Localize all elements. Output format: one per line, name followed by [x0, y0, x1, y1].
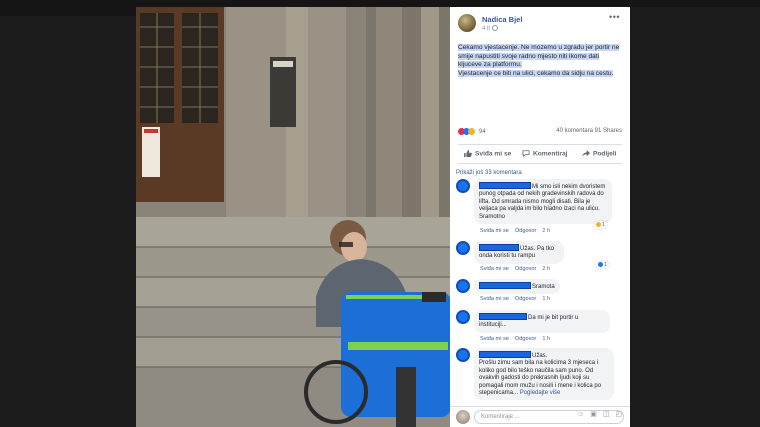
photo-illustration [136, 7, 450, 427]
post-photo[interactable] [136, 7, 450, 427]
comment-reaction-count: 1 [602, 222, 606, 228]
comment-time[interactable]: 2 h [542, 266, 550, 272]
post-stats: 94 40 komentara 91 Shares [458, 128, 622, 138]
comment-reply-link[interactable]: Odgovor [515, 228, 536, 234]
share-label: Podijeli [593, 150, 617, 158]
comment-text: Sramota [532, 284, 555, 290]
comment-like-link[interactable]: Sviđa mi se [480, 336, 509, 342]
reactions-count: 94 [479, 128, 486, 135]
post-time[interactable]: 4 h [482, 26, 490, 32]
comment-text-head: Užas. [532, 353, 548, 359]
like-button[interactable]: Sviđa mi se [464, 150, 511, 157]
wow-reaction-icon [468, 128, 475, 135]
comment-text: Mi smo isli nekim dvoristem punog otpada… [479, 184, 606, 220]
comment-like-link[interactable]: Sviđa mi se [480, 266, 509, 272]
comment-item: Sramota Sviđa mi se Odgovor 1 h [456, 279, 622, 305]
share-icon [582, 150, 590, 157]
post-actions: Sviđa mi se Komentiraj Podijeli [458, 144, 622, 164]
comment-item: Užas. Prošlu zimu sam bila na kolicima 3… [456, 348, 622, 404]
comment-time[interactable]: 2 h [542, 228, 550, 234]
share-button[interactable]: Podijeli [582, 150, 616, 157]
more-options-icon[interactable]: ••• [609, 12, 620, 22]
commenter-avatar[interactable] [456, 241, 470, 255]
wow-reaction-icon [596, 222, 601, 228]
comment-bubble: Mi smo isli nekim dvoristem punog otpada… [474, 179, 612, 225]
commenter-avatar[interactable] [456, 179, 470, 193]
comment-icon [522, 150, 530, 157]
comment-bubble: Užas. Pa tko onda koristi tu rampu [474, 241, 564, 264]
comment-reply-link[interactable]: Odgovor [515, 296, 536, 302]
comment-button[interactable]: Komentiraj [522, 150, 567, 157]
post-panel: Nadica Bjel 4 h ••• Cekamo vjestacenje. … [450, 7, 630, 427]
comment-reaction-count: 1 [604, 262, 608, 268]
like-reaction-icon [598, 262, 603, 268]
author-avatar[interactable] [458, 14, 476, 32]
comment-reaction-badge[interactable]: 1 [596, 261, 610, 269]
redacted-name [479, 182, 531, 189]
comment-bubble: Užas. Prošlu zimu sam bila na kolicima 3… [474, 348, 614, 401]
current-user-avatar [456, 410, 470, 424]
comment-label: Komentiraj [533, 150, 568, 158]
comment-reaction-badge[interactable]: 1 [594, 221, 608, 229]
thumbs-up-icon [464, 150, 472, 157]
comment-bubble: Sramota [474, 279, 560, 295]
post-text-paragraph: Vjestacenje ce biti na ulici, cekamo da … [458, 69, 614, 77]
redacted-name [479, 244, 519, 251]
comment-meta: Sviđa mi se Odgovor 1 h [480, 296, 556, 302]
comments-shares-count[interactable]: 40 komentara 91 Shares [556, 128, 622, 134]
commenter-avatar[interactable] [456, 279, 470, 293]
comment-meta: Sviđa mi se Odgovor 2 h [480, 266, 556, 272]
composer-attachment-icons[interactable]: ☺ ▣ ◫ ◰ [577, 410, 624, 418]
post-text-paragraph: Cekamo vjestacenje. Ne mozemo u zgradu j… [458, 44, 620, 69]
comment-bubble: Da mi je bit portir u instituciji... [474, 310, 610, 333]
like-label: Sviđa mi se [475, 150, 512, 158]
comment-time[interactable]: 1 h [542, 336, 550, 342]
comment-item: Užas. Pa tko onda koristi tu rampu 1 Svi… [456, 241, 622, 273]
comment-item: Mi smo isli nekim dvoristem punog otpada… [456, 179, 622, 237]
comment-reply-link[interactable]: Odgovor [515, 266, 536, 272]
redacted-name [479, 282, 531, 289]
commenter-avatar[interactable] [456, 348, 470, 362]
comment-like-link[interactable]: Sviđa mi se [480, 296, 509, 302]
comment-item: Da mi je bit portir u instituciji... Svi… [456, 310, 622, 346]
see-more-link[interactable]: Pogledajte više [520, 390, 561, 396]
comment-time[interactable]: 1 h [542, 296, 550, 302]
commenter-avatar[interactable] [456, 310, 470, 324]
reactions-summary[interactable]: 94 [458, 128, 486, 135]
author-name[interactable]: Nadica Bjel [482, 15, 522, 24]
post-text: Cekamo vjestacenje. Ne mozemo u zgradu j… [458, 44, 622, 78]
post-header: Nadica Bjel 4 h ••• [458, 12, 622, 42]
redacted-name [479, 313, 527, 320]
comment-composer: Komentiraje ... ☺ ▣ ◫ ◰ [450, 406, 630, 427]
view-previous-comments-link[interactable]: Prikaži još 33 komentara [456, 170, 522, 176]
comment-reply-link[interactable]: Odgovor [515, 336, 536, 342]
globe-icon [492, 25, 498, 31]
comment-like-link[interactable]: Sviđa mi se [480, 228, 509, 234]
comment-meta: Sviđa mi se Odgovor 2 h [480, 228, 556, 234]
right-backdrop [630, 7, 760, 427]
comment-meta: Sviđa mi se Odgovor 1 h [480, 336, 556, 342]
redacted-name [479, 351, 531, 358]
